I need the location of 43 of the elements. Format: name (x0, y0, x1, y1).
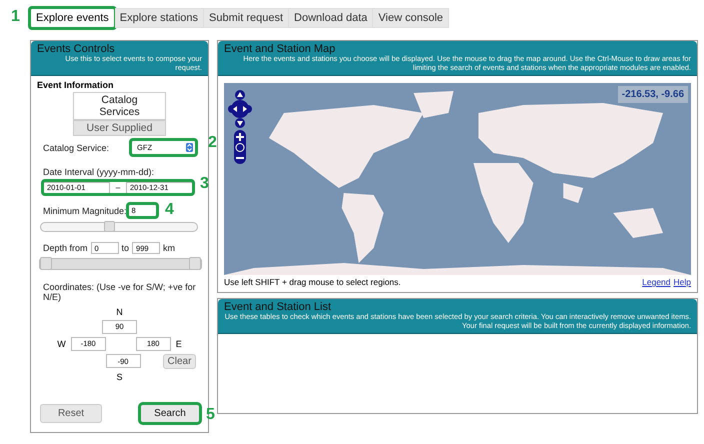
slider-handle[interactable] (104, 221, 115, 232)
callout-number: 1 (11, 8, 20, 26)
tab[interactable]: Download data (289, 8, 374, 28)
callout-number: 2 (208, 134, 217, 152)
clear-button[interactable]: Clear (162, 354, 196, 369)
direction-label: W (57, 338, 66, 349)
direction-label: N (116, 306, 123, 317)
callout-number: 5 (206, 406, 215, 424)
field-label: Catalog Service: (43, 142, 110, 153)
tab[interactable]: Submit request (204, 8, 290, 28)
cursor-coordinates: -216.53, -9.66 (618, 86, 688, 104)
tab[interactable]: Explore events (30, 8, 115, 28)
section-title: Event Information (37, 80, 115, 90)
zoom-control-icon[interactable] (233, 130, 247, 164)
reset-button[interactable]: Reset (40, 404, 102, 423)
pan-control-icon[interactable] (228, 90, 252, 128)
panel-title: Event and Station List (224, 301, 332, 313)
panel-title: Event and Station Map (224, 43, 336, 55)
field-label: to (122, 243, 130, 254)
direction-label: E (176, 338, 182, 349)
direction-label: S (116, 372, 122, 382)
source-toggle[interactable]: Catalog Services (73, 92, 166, 120)
search-button[interactable]: Search (140, 404, 200, 423)
tab[interactable]: Explore stations (114, 8, 204, 28)
magnitude-slider[interactable] (40, 222, 198, 232)
dropdown-icon (186, 143, 194, 152)
source-toggle[interactable]: User Supplied (73, 120, 166, 136)
range-separator: – (114, 183, 122, 192)
coordinates-label: Coordinates: (Use -ve for S/W; +ve for N/E) (43, 282, 197, 303)
link[interactable]: Help (674, 277, 691, 288)
field-label: Date Interval (yyyy-mm-dd): (43, 167, 156, 178)
slider-handle[interactable] (189, 257, 201, 270)
callout-number: 3 (200, 175, 209, 193)
unit-label: km (163, 243, 176, 254)
map-hint: Use left SHIFT + drag mouse to select regions. (224, 277, 401, 288)
depth-slider[interactable] (39, 258, 202, 270)
callout-number: 4 (165, 201, 174, 219)
field-label: Depth from (43, 243, 88, 254)
panel-title: Events Controls (37, 43, 116, 55)
link[interactable]: Legend (642, 277, 671, 288)
tab[interactable]: View console (373, 8, 450, 28)
slider-handle[interactable] (40, 257, 52, 270)
field-label: Minimum Magnitude: (43, 206, 127, 216)
